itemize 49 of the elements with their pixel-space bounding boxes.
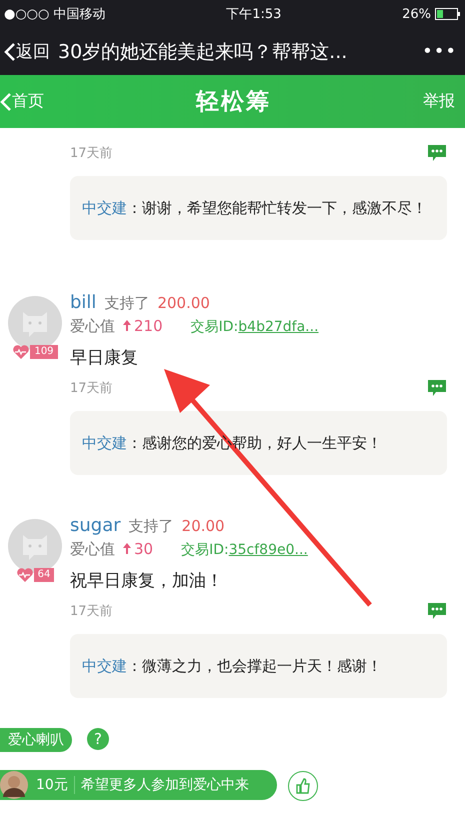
thumbs-up-icon — [295, 778, 311, 794]
transaction-label: 交易ID: — [181, 542, 229, 558]
clock: 下午1:53 — [226, 6, 282, 23]
love-badge: 64 — [34, 568, 54, 582]
comment-icon[interactable] — [427, 144, 447, 162]
support-label: 支持了 — [128, 517, 174, 536]
ticker-text: 希望更多人参加到爱心中来 — [80, 776, 249, 794]
avatar — [0, 771, 28, 799]
up-arrow-icon — [123, 543, 131, 554]
reply-text: 中交建：微薄之力，也会撑起一片天！感谢！ — [82, 657, 382, 675]
love-value: 210 — [123, 317, 163, 335]
love-label: 爱心值 — [70, 317, 115, 336]
back-icon — [4, 42, 16, 62]
timestamp: 17天前 — [70, 380, 113, 397]
reply-text: 中交建：谢谢，希望您能帮忙转发一下，感激不尽！ — [82, 199, 427, 217]
page-title: 30岁的她还能美起来吗？帮帮这... — [58, 40, 348, 64]
user-name: bill — [70, 292, 96, 313]
transaction-label: 交易ID: — [190, 319, 238, 335]
amount: 20.00 — [182, 517, 225, 535]
carrier: ●○○○ 中国移动 — [4, 6, 106, 23]
comment-icon[interactable] — [427, 602, 447, 620]
ticker-amount: 10元 — [28, 776, 75, 794]
more-button[interactable]: ••• — [422, 41, 457, 62]
support-label: 支持了 — [104, 294, 150, 313]
up-arrow-icon — [123, 320, 131, 331]
like-button[interactable] — [288, 771, 318, 801]
home-link[interactable]: 首页 — [0, 91, 44, 112]
timestamp: 17天前 — [70, 603, 113, 620]
back-icon — [0, 92, 12, 112]
love-value: 30 — [123, 540, 154, 558]
user-name: sugar — [70, 515, 121, 536]
heart-pulse-icon — [12, 344, 30, 360]
comment-text: 早日康复 — [70, 347, 139, 369]
back-link[interactable]: 返回 — [4, 40, 50, 63]
love-label: 爱心值 — [70, 540, 115, 559]
battery-percent: 26% — [402, 6, 431, 22]
heart-pulse-icon — [16, 567, 34, 583]
love-badge: 109 — [30, 345, 58, 359]
help-button[interactable]: ? — [87, 728, 109, 750]
timestamp: 17天前 — [70, 145, 113, 162]
report-link[interactable]: 举报 — [423, 91, 455, 112]
transaction-link[interactable]: b4b27dfa... — [238, 319, 319, 335]
comment-text: 祝早日康复，加油！ — [70, 570, 224, 592]
comment-icon[interactable] — [427, 379, 447, 397]
transaction-link[interactable]: 35cf89e0... — [228, 542, 308, 558]
amount: 200.00 — [157, 294, 210, 312]
app-title: 轻松筹 — [196, 88, 271, 117]
love-speaker-button[interactable]: 爱心喇叭 — [0, 728, 72, 752]
battery-icon — [435, 8, 461, 20]
